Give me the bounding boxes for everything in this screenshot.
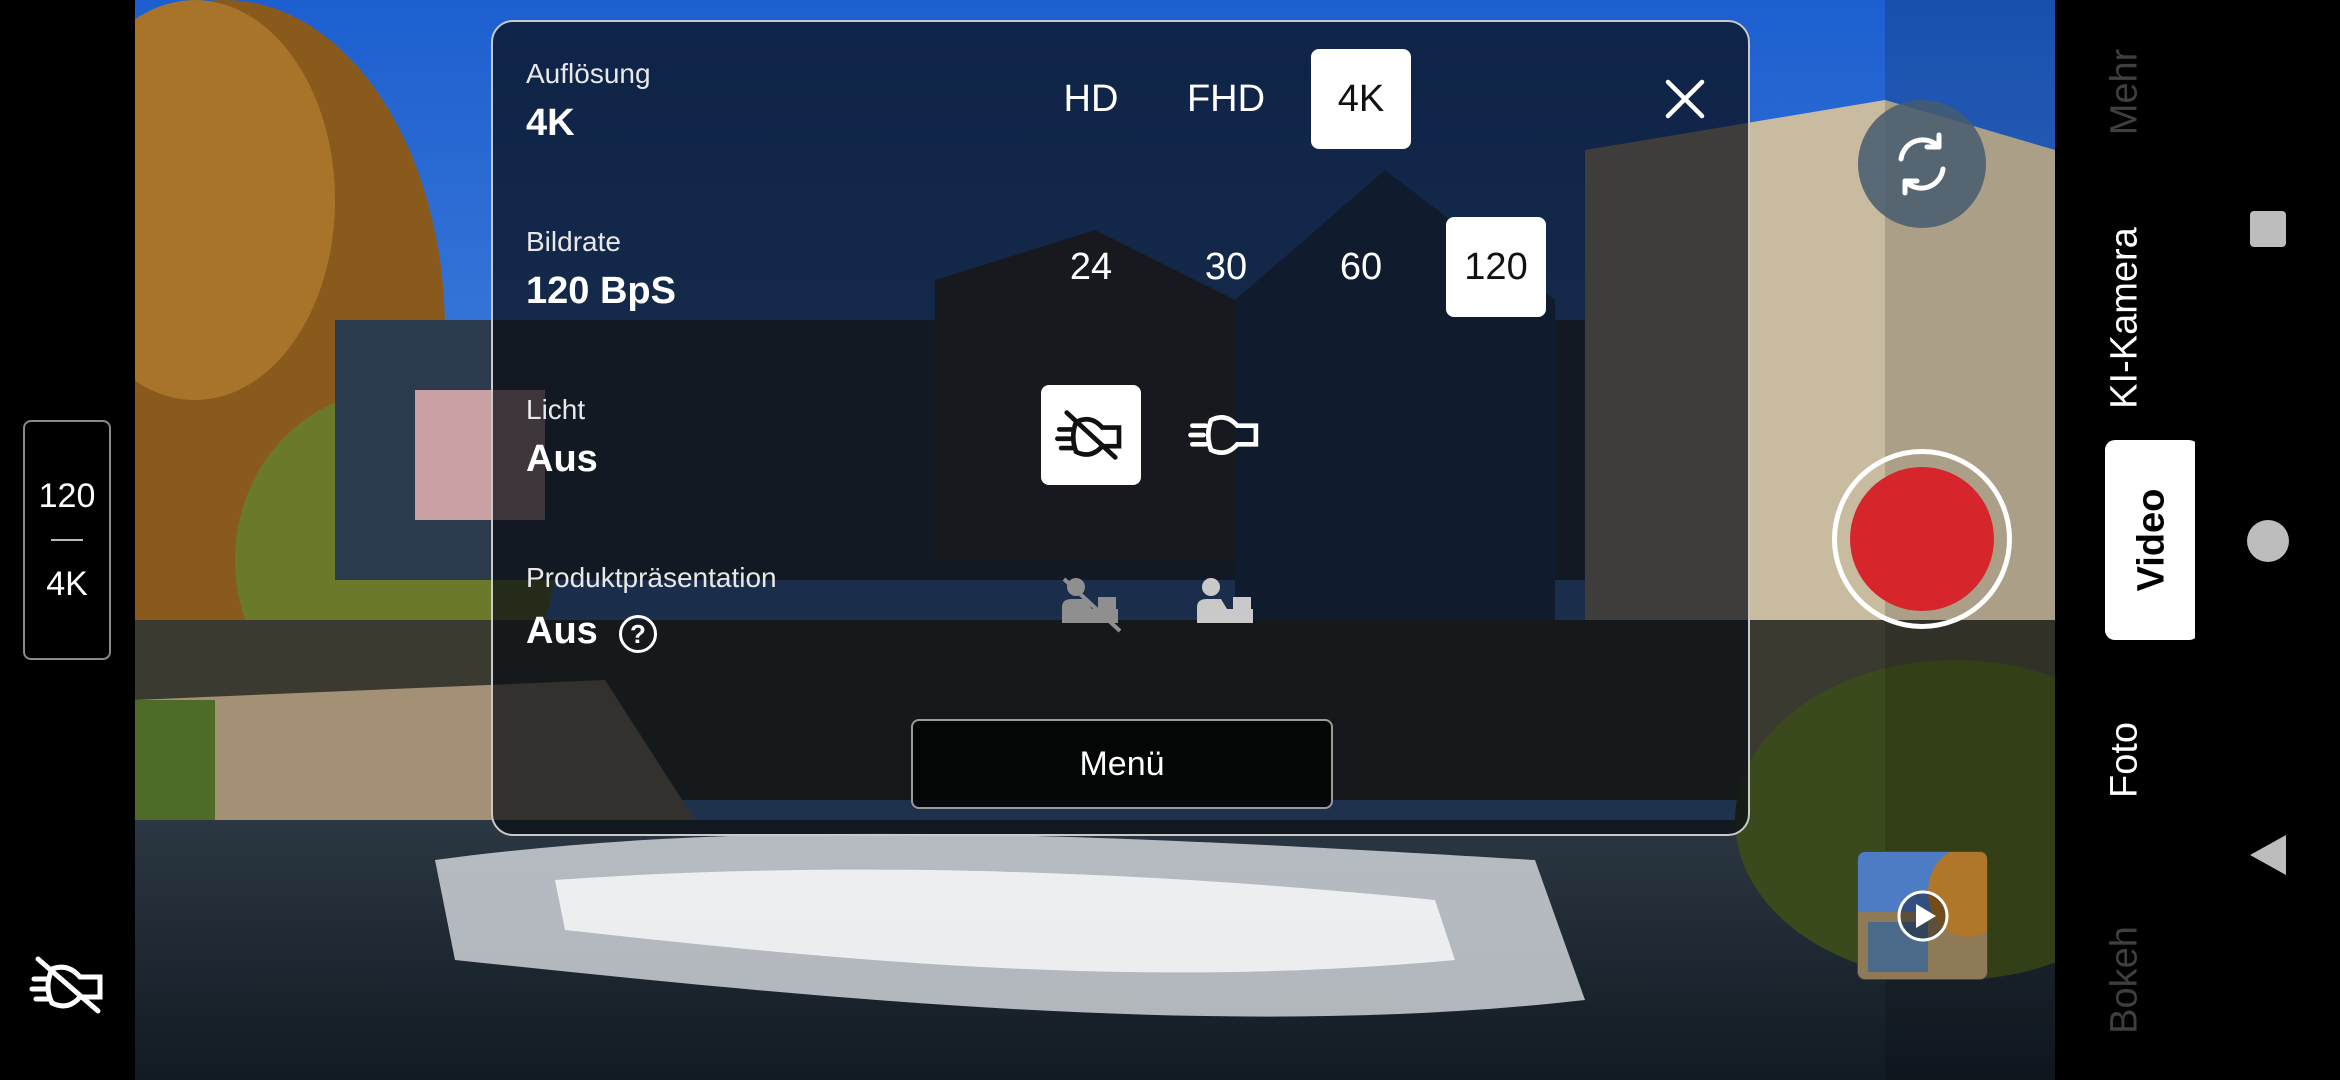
gallery-thumbnail[interactable]: [1857, 851, 1988, 980]
product-showcase-label: Produktpräsentation: [526, 562, 777, 593]
mode-more[interactable]: Mehr: [2104, 49, 2147, 136]
flash-off-icon: [1055, 410, 1122, 460]
mode-video[interactable]: Video: [2105, 440, 2199, 640]
close-button[interactable]: [1653, 67, 1717, 131]
record-button[interactable]: [1832, 449, 2012, 629]
left-quick-strip: 120 4K: [0, 0, 135, 1080]
switch-camera-button[interactable]: [1858, 100, 1986, 228]
mode-ai-camera[interactable]: KI-Kamera: [2104, 227, 2147, 409]
product-showcase-value: Aus: [526, 610, 598, 652]
system-nav-bar: [2195, 0, 2340, 1080]
quick-framerate: 120: [38, 477, 96, 515]
product-showcase-off-option[interactable]: [1041, 553, 1141, 653]
resolution-option-hd[interactable]: HD: [1041, 49, 1141, 149]
help-icon[interactable]: ?: [619, 615, 657, 653]
resolution-value: 4K: [526, 102, 575, 144]
product-showcase-on-icon: [1197, 578, 1253, 623]
framerate-option-24[interactable]: 24: [1041, 217, 1141, 317]
flash-off-icon[interactable]: [28, 955, 108, 1015]
back-icon: [2250, 835, 2286, 875]
framerate-option-30[interactable]: 30: [1176, 217, 1276, 317]
framerate-option-60[interactable]: 60: [1311, 217, 1411, 317]
mode-video-label: Video: [2130, 488, 2173, 592]
switch-camera-icon: [1898, 132, 1946, 196]
camera-mode-strip: Mehr KI-Kamera Video Foto Bokeh: [2055, 0, 2199, 1080]
framerate-value: 120 BpS: [526, 270, 676, 312]
quick-settings-badge[interactable]: 120 4K: [23, 420, 111, 660]
menu-button[interactable]: Menü: [911, 719, 1333, 809]
light-off-option[interactable]: [1041, 385, 1141, 485]
resolution-option-4k[interactable]: 4K: [1311, 49, 1411, 149]
home-button[interactable]: [2247, 520, 2289, 562]
product-showcase-on-option[interactable]: [1176, 553, 1276, 653]
resolution-option-fhd[interactable]: FHD: [1176, 49, 1276, 149]
recents-button[interactable]: [2250, 211, 2286, 247]
close-icon: [1665, 79, 1705, 119]
light-label: Licht: [526, 394, 586, 425]
mode-bokeh[interactable]: Bokeh: [2104, 926, 2147, 1034]
mode-photo[interactable]: Foto: [2104, 722, 2147, 798]
badge-separator: [51, 539, 83, 541]
light-value: Aus: [526, 438, 598, 480]
gallery-preview-image: [1858, 852, 1987, 979]
flash-on-icon: [1188, 415, 1259, 455]
product-showcase-off-icon: [1062, 577, 1122, 633]
resolution-label: Auflösung: [526, 58, 651, 89]
video-settings-panel: Auflösung 4K HD FHD 4K Bildrate 120 BpS …: [491, 20, 1750, 836]
light-on-option[interactable]: [1176, 385, 1276, 485]
framerate-option-120[interactable]: 120: [1446, 217, 1546, 317]
quick-resolution: 4K: [46, 565, 88, 603]
back-button[interactable]: [2246, 833, 2290, 877]
framerate-label: Bildrate: [526, 226, 621, 257]
record-dot: [1850, 467, 1994, 611]
